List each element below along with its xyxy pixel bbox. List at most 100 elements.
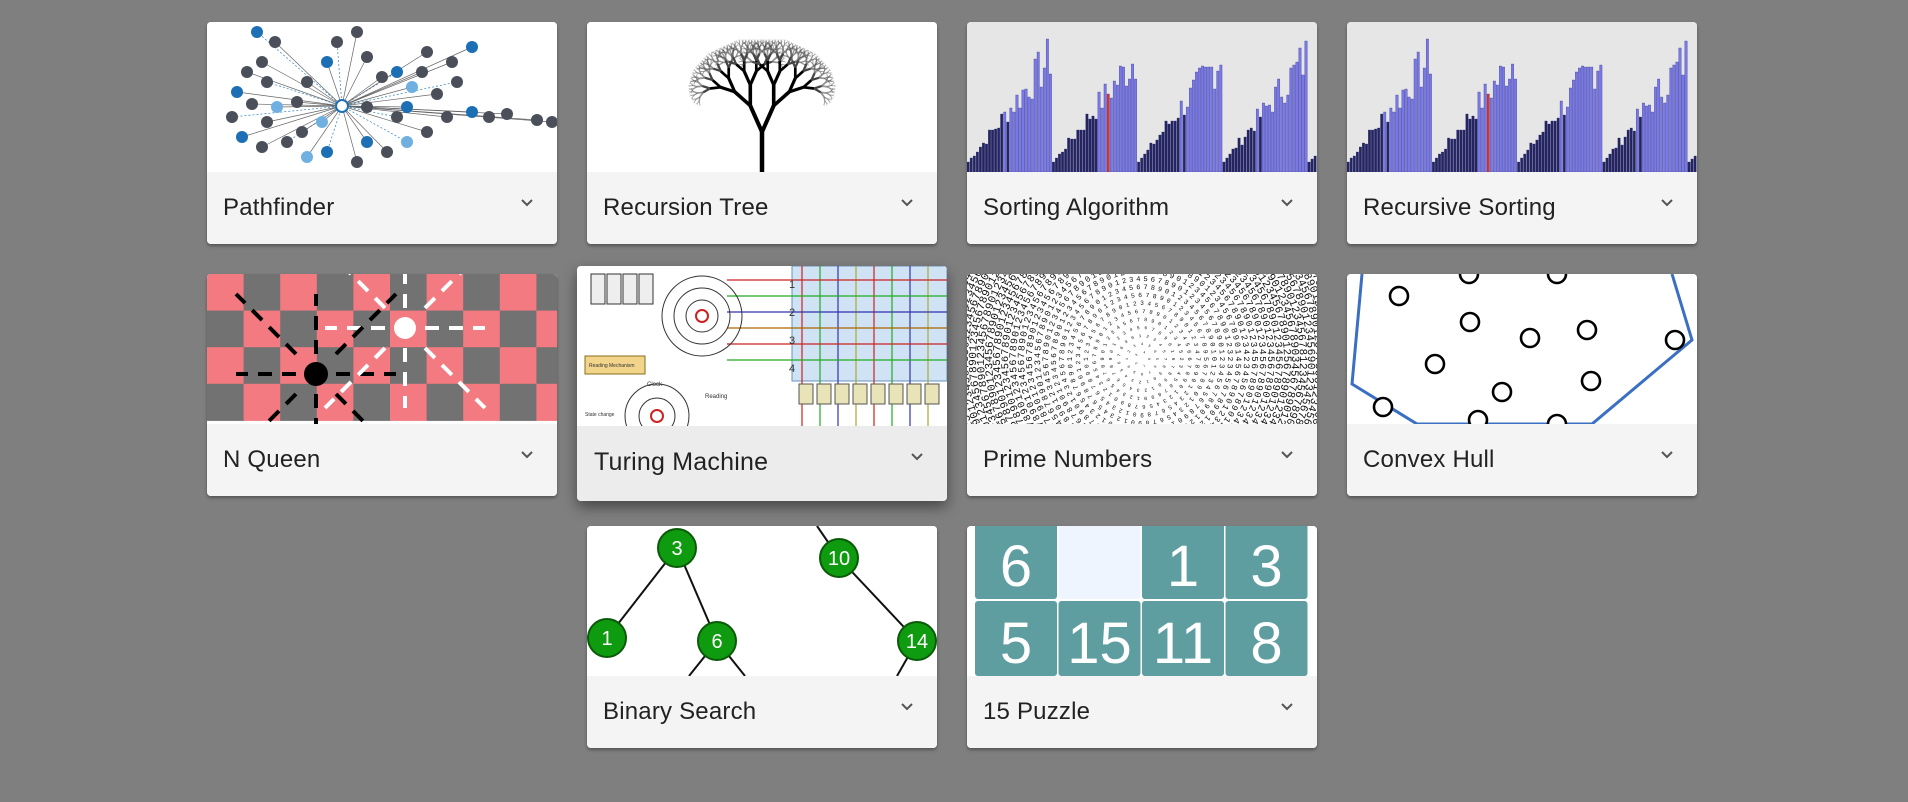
svg-text:1: 1 [1137,395,1141,401]
svg-text:3: 3 [1152,337,1157,343]
svg-text:6: 6 [1059,364,1067,369]
card-recursion-tree[interactable]: Recursion Tree [587,22,937,244]
svg-text:0: 0 [1131,335,1136,341]
card-prime-numbers[interactable]: 0123456789012345678901234567890123456789… [967,274,1317,496]
svg-text:1: 1 [1102,342,1109,347]
svg-text:1: 1 [1111,342,1118,347]
svg-text:1: 1 [1208,349,1216,354]
svg-text:9: 9 [1155,310,1161,318]
svg-text:7: 7 [1169,364,1176,368]
svg-text:5: 5 [1177,350,1183,354]
svg-text:3: 3 [1114,288,1121,297]
svg-text:4: 4 [1224,370,1233,376]
svg-text:1: 1 [1103,303,1110,311]
svg-text:4: 4 [1134,274,1140,276]
chevron-down-icon[interactable] [909,450,925,464]
chevron-down-icon[interactable] [1279,700,1295,714]
svg-text:2: 2 [1105,336,1112,342]
svg-text:8: 8 [1087,377,1095,383]
card-recursive-sorting[interactable]: Recursive Sorting [1347,22,1697,244]
svg-text:7: 7 [1200,371,1208,376]
svg-text:9: 9 [1054,331,1063,338]
svg-text:2: 2 [1189,335,1197,341]
svg-text:6: 6 [1051,353,1059,358]
card-title: Recursive Sorting [1363,194,1556,221]
svg-text:9: 9 [1201,349,1208,354]
svg-text:2: 2 [1116,414,1122,422]
svg-text:11: 11 [1153,611,1213,676]
svg-text:5: 5 [1154,358,1158,361]
svg-text:4: 4 [1076,346,1084,351]
card-pathfinder[interactable]: Pathfinder [207,22,557,244]
svg-text:0: 0 [1107,282,1114,291]
svg-text:1: 1 [1169,349,1176,353]
svg-text:7: 7 [1072,384,1081,391]
svg-text:3: 3 [1113,315,1120,323]
svg-text:7: 7 [1162,358,1167,361]
svg-text:7: 7 [1099,316,1107,324]
chevron-down-icon[interactable] [519,196,535,210]
svg-text:5: 5 [1233,363,1242,369]
svg-text:1: 1 [789,279,795,291]
svg-text:6: 6 [1160,304,1166,312]
svg-text:3: 3 [1116,296,1122,304]
card-title: 15 Puzzle [983,698,1091,725]
svg-text:7: 7 [1111,371,1118,376]
svg-text:5: 5 [1200,390,1209,397]
svg-text:2: 2 [1167,393,1174,401]
chevron-down-icon[interactable] [1659,448,1675,462]
svg-text:9: 9 [1205,335,1214,341]
chevron-down-icon[interactable] [899,700,915,714]
svg-text:5: 5 [1183,342,1191,347]
svg-text:4: 4 [1070,335,1079,341]
svg-text:0: 0 [1166,342,1173,347]
svg-text:6: 6 [1115,376,1121,382]
card-n-queen[interactable]: N Queen [207,274,557,496]
svg-text:7: 7 [1042,356,1051,361]
chevron-down-icon[interactable] [519,448,535,462]
svg-text:9: 9 [1157,286,1163,295]
chevron-down-icon[interactable] [1279,196,1295,210]
svg-text:6: 6 [1232,370,1242,376]
chevron-down-icon[interactable] [899,196,915,210]
svg-text:3: 3 [1133,344,1138,349]
tree-node: 10 [819,538,859,578]
svg-text:4: 4 [1215,370,1224,376]
svg-text:1: 1 [1106,390,1114,398]
svg-text:0: 0 [1067,364,1075,369]
svg-text:2: 2 [1134,361,1138,365]
svg-text:7: 7 [1153,409,1159,417]
svg-text:3: 3 [1217,364,1225,369]
svg-text:9: 9 [1159,295,1165,303]
svg-text:9: 9 [1120,398,1126,406]
svg-text:0: 0 [1147,358,1151,360]
card-15-puzzle[interactable]: 6 1 3 5 15 11 8 15 Puzzle [967,526,1317,748]
svg-text:7: 7 [1151,327,1156,334]
svg-text:7: 7 [1137,317,1141,323]
svg-text:State change: State change [585,412,615,418]
chevron-down-icon[interactable] [1279,448,1295,462]
svg-text:5: 5 [1000,611,1032,676]
svg-text:4: 4 [1147,300,1152,307]
svg-text:8: 8 [1059,349,1067,354]
svg-text:8: 8 [1198,377,1206,383]
card-convex-hull[interactable]: Convex Hull [1347,274,1697,496]
card-turing-machine[interactable]: 1 2 3 4 Clock Reading Reading Mechanism State c… [577,266,947,501]
card-sorting-algorithm[interactable]: Sorting Algorithm [967,22,1317,244]
svg-text:5: 5 [1137,325,1141,331]
svg-text:1: 1 [1162,325,1168,332]
svg-text:0: 0 [1162,313,1168,321]
card-binary-search[interactable]: 3 10 1 6 14 Binary Search [587,526,937,748]
svg-text:4: 4 [1128,385,1133,392]
svg-text:6: 6 [1159,415,1165,423]
svg-text:5: 5 [1127,309,1132,317]
svg-text:2: 2 [1129,393,1134,400]
svg-text:5: 5 [1077,338,1085,344]
svg-text:2: 2 [1083,349,1090,354]
svg-text:1: 1 [1076,367,1084,372]
svg-text:6: 6 [1080,331,1088,337]
card-title: Convex Hull [1363,446,1495,473]
chevron-down-icon[interactable] [1659,196,1675,210]
svg-text:3: 3 [1140,300,1144,307]
svg-text:7: 7 [1157,278,1163,287]
